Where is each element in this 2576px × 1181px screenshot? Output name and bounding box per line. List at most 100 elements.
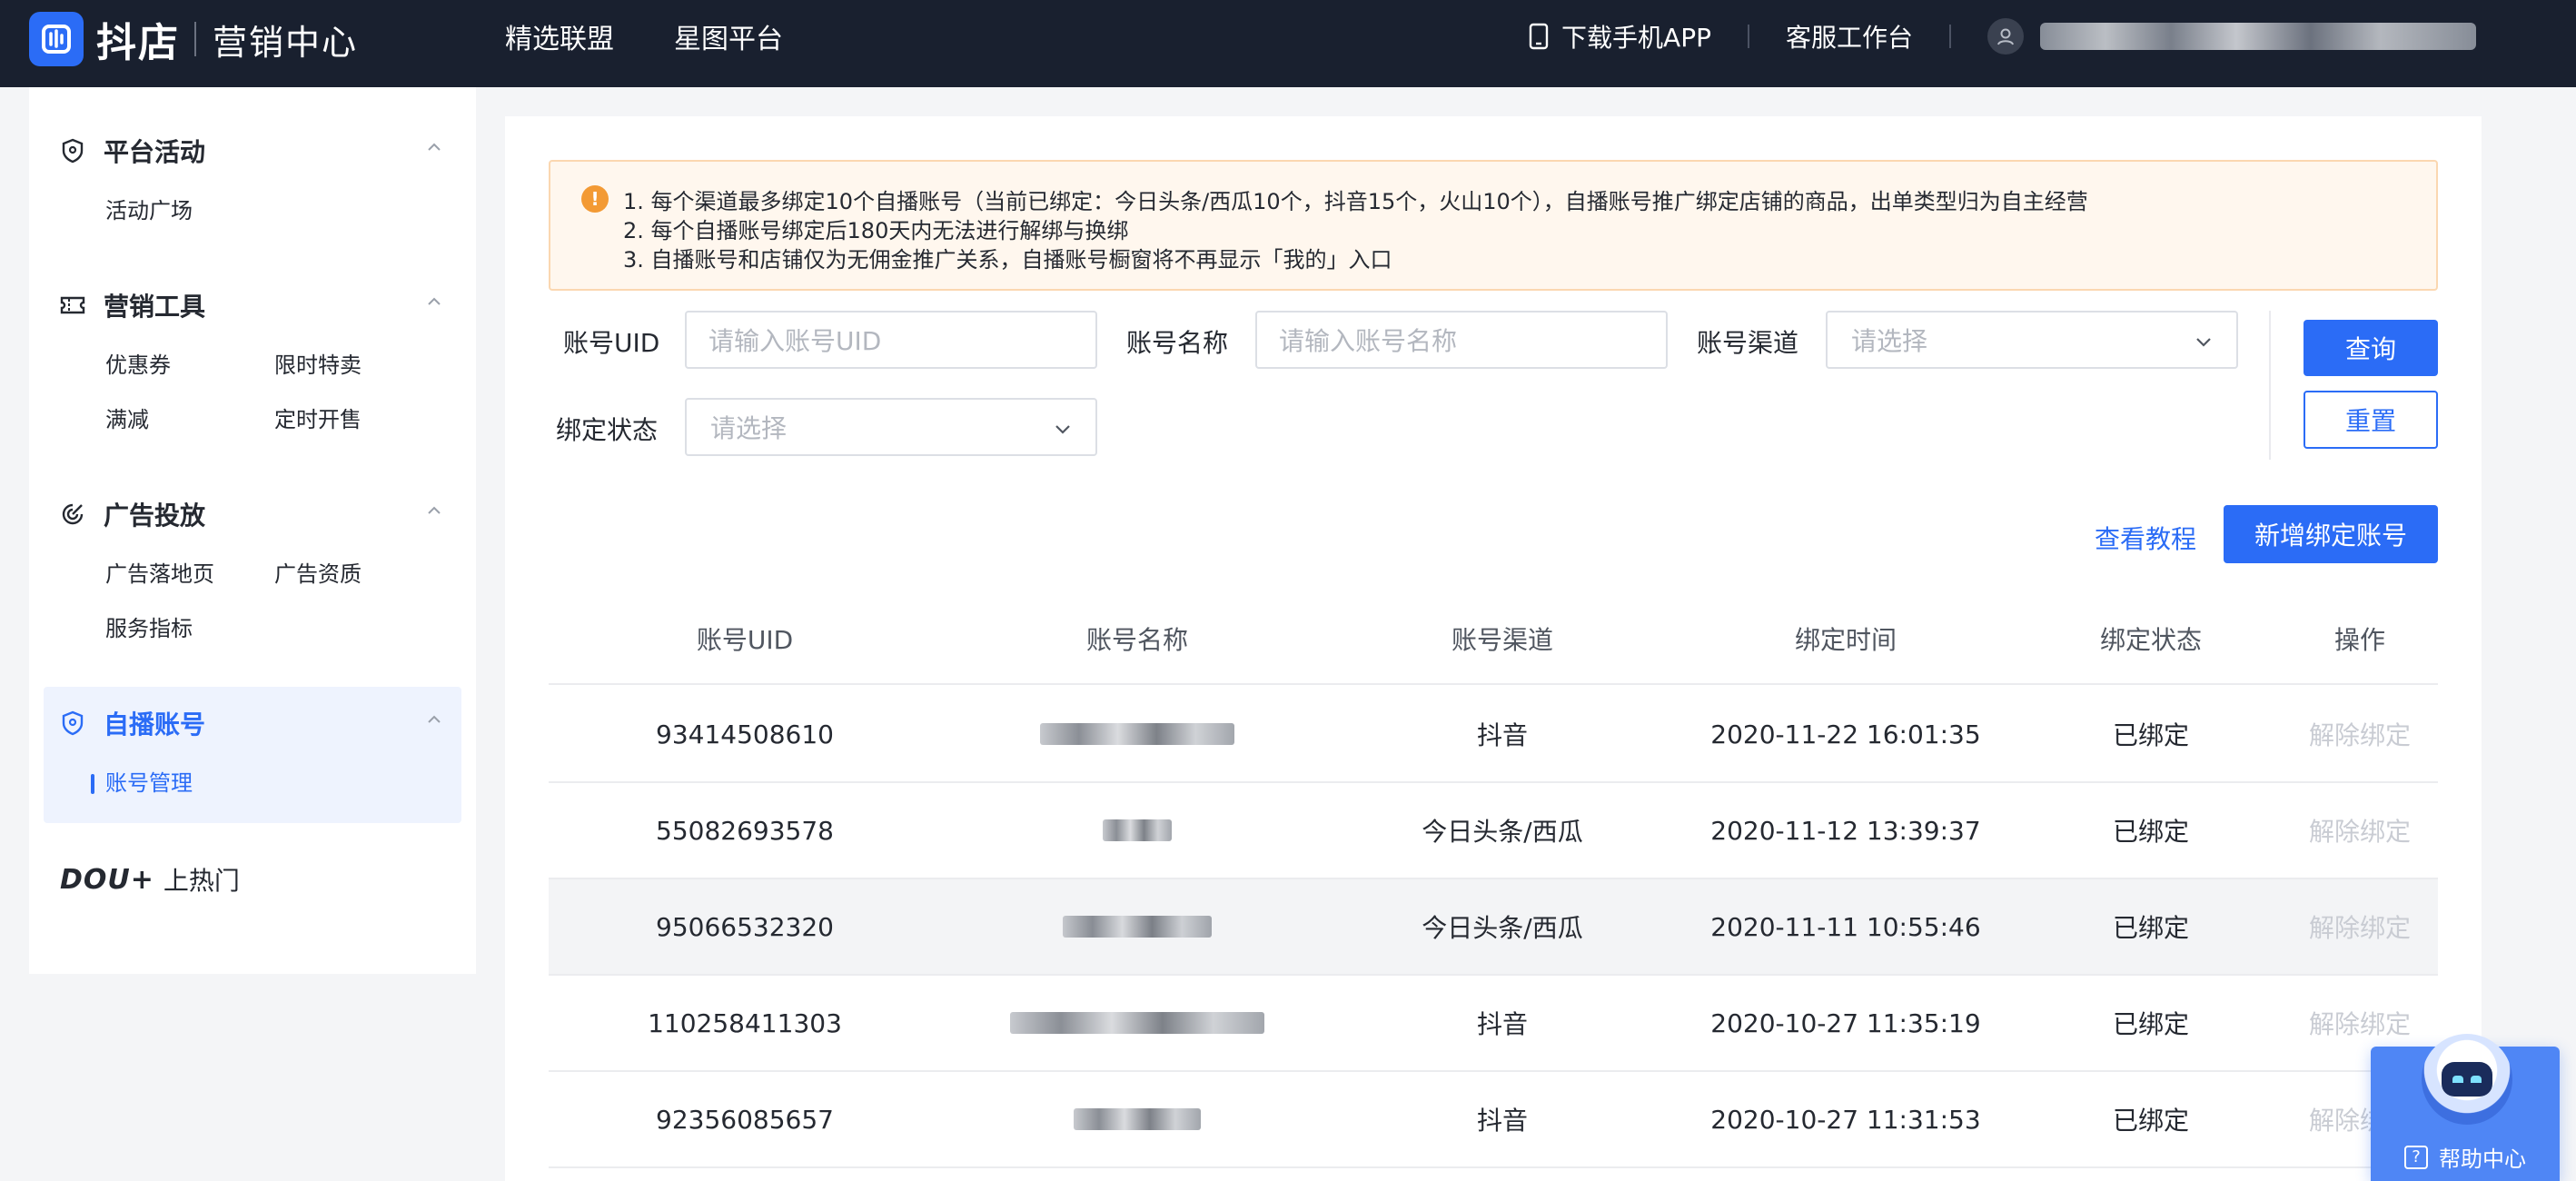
reset-button[interactable]: 重置 — [2304, 391, 2438, 449]
warning-icon: ! — [581, 185, 609, 213]
unbind-button[interactable]: 解除绑定 — [2282, 687, 2438, 781]
notice-line-3: 3. 自播账号和店铺仅为无佣金推广关系，自播账号橱窗将不再显示「我的」入口 — [623, 247, 1392, 273]
query-button[interactable]: 查询 — [2304, 320, 2438, 376]
column-header-uid: 账号UID — [696, 625, 794, 655]
sidebar-item-flash-sale[interactable]: 限时特卖 — [274, 347, 362, 379]
sidebar-item-account-management[interactable]: 账号管理 — [105, 765, 193, 797]
cell-bind-status: 已绑定 — [2112, 1009, 2189, 1039]
notice-line-1: 1. 每个渠道最多绑定10个自播账号（当前已绑定：今日头条/西瓜10个，抖音15… — [623, 189, 2088, 214]
active-indicator — [91, 774, 94, 794]
sidebar-item-scheduled-sale[interactable]: 定时开售 — [274, 402, 362, 433]
sidebar-group-marketing-tools[interactable]: 营销工具 — [58, 285, 461, 325]
brand-divider — [194, 22, 196, 56]
cell-uid: 110258411303 — [648, 1007, 842, 1038]
filter-divider — [2269, 311, 2271, 460]
cell-uid: 55082693578 — [656, 815, 834, 846]
table-row: 93414508610 抖音 2020-11-22 16:01:35 已绑定 解… — [549, 687, 2438, 783]
add-bound-account-button[interactable]: 新增绑定账号 — [2224, 505, 2438, 563]
cell-bind-status: 已绑定 — [2112, 720, 2189, 750]
cell-uid: 95066532320 — [656, 911, 834, 942]
chevron-down-icon — [1055, 425, 1070, 434]
column-header-bind-status: 绑定状态 — [2099, 625, 2202, 655]
douplus-logo: DOU+ — [60, 863, 154, 896]
sidebar-item-activity-square[interactable]: 活动广场 — [105, 193, 193, 224]
uid-input[interactable]: 请输入账号UID — [685, 311, 1097, 369]
cell-name-redacted — [941, 976, 1333, 1070]
cell-bind-time: 2020-10-27 11:31:53 — [1710, 1104, 1981, 1135]
table-row: 110258411303 抖音 2020-10-27 11:35:19 已绑定 … — [549, 976, 2438, 1072]
help-center-widget[interactable]: ? 帮助中心 — [2371, 1034, 2560, 1181]
column-header-channel: 账号渠道 — [1451, 625, 1553, 655]
top-right-tools: 下载手机APP 客服工作台 — [1529, 0, 2476, 73]
redacted-user-name — [2040, 23, 2476, 50]
notice-line-2: 2. 每个自播账号绑定后180天内无法进行解绑与换绑 — [623, 218, 1129, 243]
sidebar-item-coupon[interactable]: 优惠券 — [105, 347, 171, 379]
brand-name: 抖店 — [96, 20, 180, 66]
chevron-up-icon — [428, 143, 441, 151]
ticket-icon — [58, 291, 87, 320]
divider — [1747, 25, 1749, 48]
shield-icon — [58, 709, 87, 738]
target-icon — [58, 500, 87, 529]
table-row: 92356085657 抖音 2020-10-27 11:31:53 已绑定 解… — [549, 1072, 2438, 1168]
sidebar-item-service-metrics[interactable]: 服务指标 — [105, 610, 193, 642]
nav-alliance[interactable]: 精选联盟 — [505, 16, 614, 56]
cell-channel: 抖音 — [1476, 1009, 1528, 1039]
cell-bind-status: 已绑定 — [2112, 913, 2189, 943]
column-header-name: 账号名称 — [1085, 625, 1188, 655]
help-center-label: ? 帮助中心 — [2371, 1141, 2560, 1173]
sidebar-item-ad-landing-page[interactable]: 广告落地页 — [105, 556, 214, 588]
cell-bind-time: 2020-11-11 10:55:46 — [1710, 911, 1981, 942]
main-panel: ! 1. 每个渠道最多绑定10个自播账号（当前已绑定：今日头条/西瓜10个，抖音… — [505, 116, 2482, 1181]
download-app-link[interactable]: 下载手机APP — [1529, 18, 1711, 55]
cell-channel: 抖音 — [1476, 720, 1528, 750]
channel-label: 账号渠道 — [1697, 328, 1799, 358]
cell-uid: 93414508610 — [656, 719, 834, 749]
unbind-button[interactable]: 解除绑定 — [2282, 783, 2438, 878]
user-avatar-icon — [1987, 18, 2024, 55]
cell-uid: 92356085657 — [656, 1104, 834, 1135]
nav-xingtu[interactable]: 星图平台 — [674, 16, 783, 56]
cell-bind-status: 已绑定 — [2112, 817, 2189, 847]
uid-label: 账号UID — [563, 328, 660, 358]
table-row: 95066532320 今日头条/西瓜 2020-11-11 10:55:46 … — [549, 879, 2438, 976]
status-select[interactable]: 请选择 — [685, 398, 1097, 456]
cell-bind-time: 2020-11-22 16:01:35 — [1710, 719, 1981, 749]
notice-banner: ! 1. 每个渠道最多绑定10个自播账号（当前已绑定：今日头条/西瓜10个，抖音… — [549, 160, 2438, 291]
top-nav: 精选联盟 星图平台 — [505, 0, 843, 73]
chevron-up-icon — [428, 715, 441, 723]
sidebar-group-ad-delivery[interactable]: 广告投放 — [58, 494, 461, 534]
channel-select[interactable]: 请选择 — [1826, 311, 2238, 369]
view-tutorial-link[interactable]: 查看教程 — [2095, 520, 2196, 556]
sidebar-group-self-broadcast-account[interactable]: 自播账号 — [58, 703, 461, 743]
unbind-button[interactable]: 解除绑定 — [2282, 879, 2438, 974]
sidebar-group-label: 平台活动 — [104, 137, 206, 167]
divider — [1949, 25, 1951, 48]
sidebar-group-label: 营销工具 — [104, 292, 206, 322]
chevron-up-icon — [428, 297, 441, 305]
user-menu[interactable] — [1987, 18, 2476, 55]
cell-bind-time: 2020-10-27 11:35:19 — [1710, 1007, 1981, 1038]
sidebar-group-label: 自播账号 — [104, 710, 206, 739]
doudian-logo-icon — [29, 12, 84, 66]
cell-bind-time: 2020-11-12 13:39:37 — [1710, 815, 1981, 846]
sidebar-group-platform-activity[interactable]: 平台活动 — [58, 131, 461, 171]
question-icon: ? — [2404, 1145, 2428, 1169]
cell-channel: 抖音 — [1476, 1106, 1528, 1136]
cell-name-redacted — [941, 1072, 1333, 1166]
column-header-bind-time: 绑定时间 — [1794, 625, 1897, 655]
chevron-down-icon — [2196, 338, 2211, 347]
cell-name-redacted — [941, 687, 1333, 781]
mobile-phone-icon — [1529, 23, 1549, 50]
robot-assistant-icon — [2422, 1034, 2512, 1125]
sidebar: 平台活动 活动广场 营销工具 优惠券 限时特卖 满减 定时开售 广告投放 广告落… — [29, 87, 476, 974]
brand-subtitle: 营销中心 — [213, 22, 359, 63]
table-header: 账号UID 账号名称 账号渠道 绑定时间 绑定状态 操作 — [549, 592, 2438, 685]
sidebar-item-douplus[interactable]: DOU+ 上热门 — [60, 861, 240, 898]
sidebar-item-full-reduction[interactable]: 满减 — [105, 402, 149, 433]
douplus-label: 上热门 — [163, 866, 240, 896]
sidebar-item-ad-qualification[interactable]: 广告资质 — [274, 556, 362, 588]
name-input[interactable]: 请输入账号名称 — [1255, 311, 1668, 369]
brand-logo[interactable]: 抖店 营销中心 — [29, 7, 358, 71]
service-desk-link[interactable]: 客服工作台 — [1786, 18, 1913, 55]
